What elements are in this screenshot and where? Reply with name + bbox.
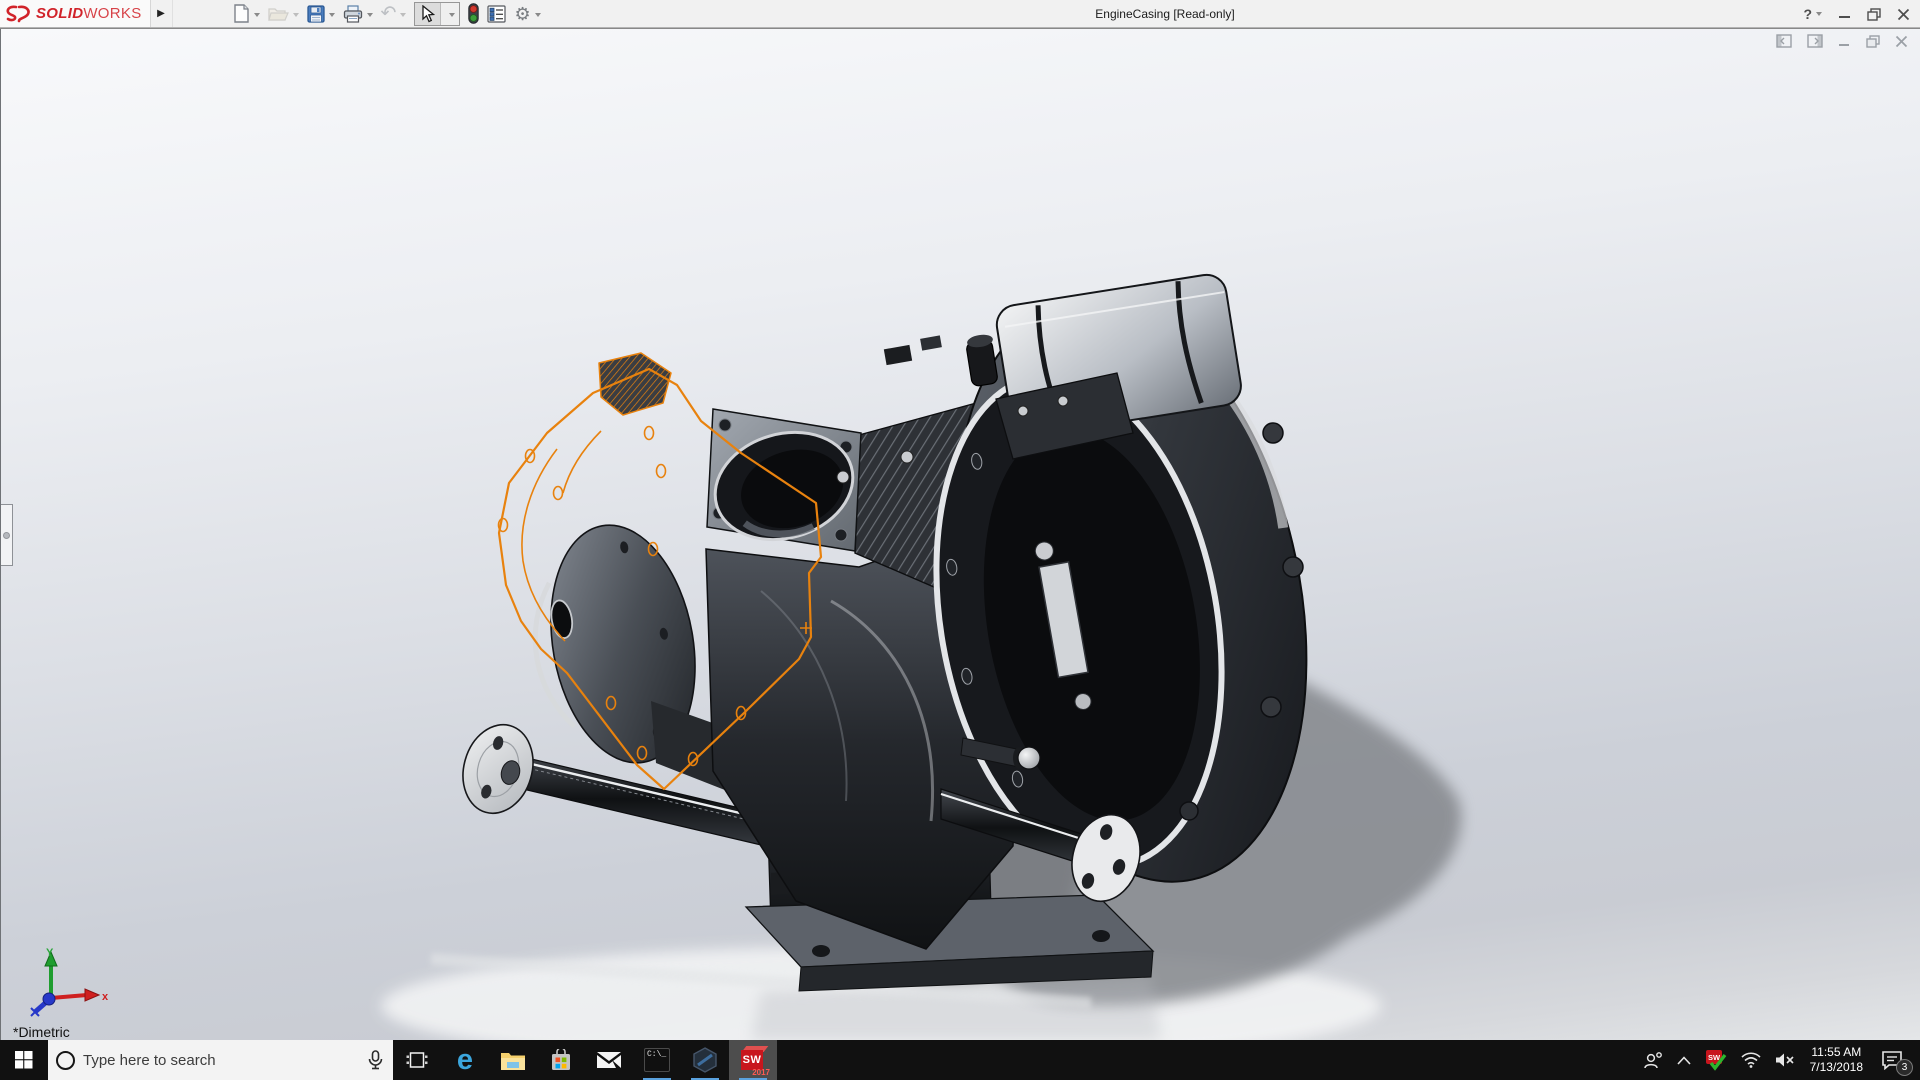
taskbar-app-solidworks[interactable]: SW 2017 bbox=[729, 1040, 777, 1080]
dassault-ds-icon bbox=[6, 5, 30, 22]
menu-flyout-arrow[interactable]: ▶ bbox=[151, 0, 173, 27]
document-close-button[interactable] bbox=[1895, 35, 1908, 48]
quick-access-toolbar: ↶ ⚙ bbox=[229, 0, 545, 27]
taskbar-app-command-prompt[interactable]: C:\_ bbox=[633, 1040, 681, 1080]
chevron-up-icon bbox=[1677, 1055, 1691, 1065]
document-window-controls bbox=[1776, 34, 1908, 48]
hexagon-app-icon bbox=[693, 1047, 717, 1073]
solidworks-2017-icon: SW 2017 bbox=[740, 1046, 770, 1077]
show-right-pane-button[interactable] bbox=[1807, 34, 1823, 48]
help-dropdown-caret bbox=[1816, 11, 1822, 19]
select-button[interactable] bbox=[415, 2, 442, 25]
taskbar-app-edge[interactable]: e bbox=[441, 1040, 489, 1080]
document-restore-button[interactable] bbox=[1866, 34, 1880, 48]
print-icon bbox=[343, 4, 362, 23]
mail-icon bbox=[597, 1052, 621, 1068]
close-button[interactable] bbox=[1897, 8, 1910, 21]
document-minimize-button[interactable] bbox=[1838, 35, 1851, 48]
sw-resource-monitor-icon: SW bbox=[1705, 1050, 1726, 1071]
help-button[interactable]: ? bbox=[1803, 6, 1822, 22]
select-dropdown-caret bbox=[449, 12, 456, 20]
microphone-icon[interactable] bbox=[368, 1050, 383, 1070]
triad-x-label: x bbox=[102, 991, 109, 1003]
gear-icon: ⚙ bbox=[514, 3, 531, 24]
file-explorer-icon bbox=[501, 1052, 525, 1070]
undo-dropdown-caret[interactable] bbox=[400, 12, 407, 20]
search-input[interactable] bbox=[83, 1051, 360, 1069]
volume-button[interactable] bbox=[1768, 1040, 1802, 1080]
edge-icon: e bbox=[456, 1043, 474, 1076]
clock[interactable]: 11:55 AM 7/13/2018 bbox=[1802, 1045, 1871, 1075]
taskbar-search[interactable] bbox=[48, 1040, 393, 1080]
view-orientation-label: *Dimetric bbox=[13, 1024, 70, 1040]
task-view-icon bbox=[406, 1052, 428, 1068]
wifi-icon bbox=[1741, 1052, 1761, 1068]
restore-button[interactable] bbox=[1867, 7, 1881, 21]
print-dropdown-caret[interactable] bbox=[366, 12, 373, 20]
microsoft-store-icon bbox=[552, 1049, 570, 1070]
save-floppy-icon bbox=[306, 4, 325, 23]
options-dropdown-caret[interactable] bbox=[534, 12, 541, 20]
people-icon bbox=[1643, 1052, 1662, 1069]
show-hidden-icons-button[interactable] bbox=[1670, 1040, 1698, 1080]
taskbar-app-mail[interactable] bbox=[585, 1040, 633, 1080]
system-tray: SW 11:55 AM 7/13/2018 3 bbox=[1636, 1040, 1920, 1080]
traffic-light-icon bbox=[468, 3, 480, 24]
task-view-button[interactable] bbox=[393, 1040, 441, 1080]
new-dropdown-caret[interactable] bbox=[253, 12, 260, 20]
reference-triad: Y x bbox=[30, 947, 109, 1017]
title-bar: SOLIDWORKS ▶ ↶ ⚙ EngineCasing [Read-only… bbox=[0, 0, 1920, 28]
show-display-pane-button[interactable] bbox=[483, 2, 510, 26]
windows-logo-icon bbox=[15, 1051, 33, 1069]
cortana-icon bbox=[56, 1050, 75, 1070]
solidworks-logo: SOLIDWORKS bbox=[0, 0, 151, 27]
taskbar-app-store[interactable] bbox=[537, 1040, 585, 1080]
show-left-pane-button[interactable] bbox=[1776, 34, 1792, 48]
undo-icon: ↶ bbox=[380, 3, 397, 24]
tray-date: 7/13/2018 bbox=[1809, 1060, 1863, 1074]
network-button[interactable] bbox=[1734, 1040, 1768, 1080]
save-dropdown-caret[interactable] bbox=[328, 12, 335, 20]
window-title: EngineCasing [Read-only] bbox=[1095, 7, 1235, 21]
graphics-viewport[interactable]: Y x *Dimetric bbox=[0, 29, 1920, 1040]
solidworks-resource-monitor[interactable]: SW bbox=[1698, 1040, 1734, 1080]
display-states-button[interactable] bbox=[464, 2, 483, 26]
triad-y-label: Y bbox=[46, 947, 54, 959]
taskbar-app-composer[interactable] bbox=[681, 1040, 729, 1080]
solidworks-wordmark: SOLIDWORKS bbox=[36, 5, 142, 22]
feature-tree-splitter-handle[interactable] bbox=[1, 504, 13, 566]
select-dropdown[interactable] bbox=[441, 2, 460, 25]
tray-time: 11:55 AM bbox=[1811, 1045, 1862, 1059]
new-document-button[interactable] bbox=[229, 2, 264, 26]
windows-taskbar: e C:\_ SW 20 bbox=[0, 1040, 1920, 1080]
open-folder-icon bbox=[267, 8, 289, 21]
print-button[interactable] bbox=[339, 2, 377, 26]
save-button[interactable] bbox=[303, 2, 339, 26]
people-button[interactable] bbox=[1636, 1040, 1670, 1080]
splitter-grip-icon bbox=[3, 531, 10, 539]
open-button[interactable] bbox=[264, 2, 303, 26]
minimize-button[interactable] bbox=[1838, 8, 1851, 21]
taskbar-app-file-explorer[interactable] bbox=[489, 1040, 537, 1080]
volume-muted-icon bbox=[1775, 1053, 1794, 1067]
action-center-button[interactable]: 3 bbox=[1871, 1040, 1913, 1080]
undo-button[interactable]: ↶ bbox=[377, 2, 411, 26]
new-document-icon bbox=[233, 4, 249, 23]
display-pane-icon bbox=[487, 4, 507, 23]
open-dropdown-caret[interactable] bbox=[292, 12, 299, 20]
options-button[interactable]: ⚙ bbox=[510, 2, 544, 26]
window-controls: ? bbox=[1803, 0, 1910, 28]
notification-count-badge: 3 bbox=[1896, 1059, 1913, 1076]
select-tool-group bbox=[414, 1, 461, 26]
engine-casing-3d-model[interactable] bbox=[1, 29, 1920, 1040]
select-cursor-icon bbox=[422, 4, 436, 22]
command-prompt-icon: C:\_ bbox=[644, 1048, 670, 1072]
start-button[interactable] bbox=[0, 1040, 48, 1080]
